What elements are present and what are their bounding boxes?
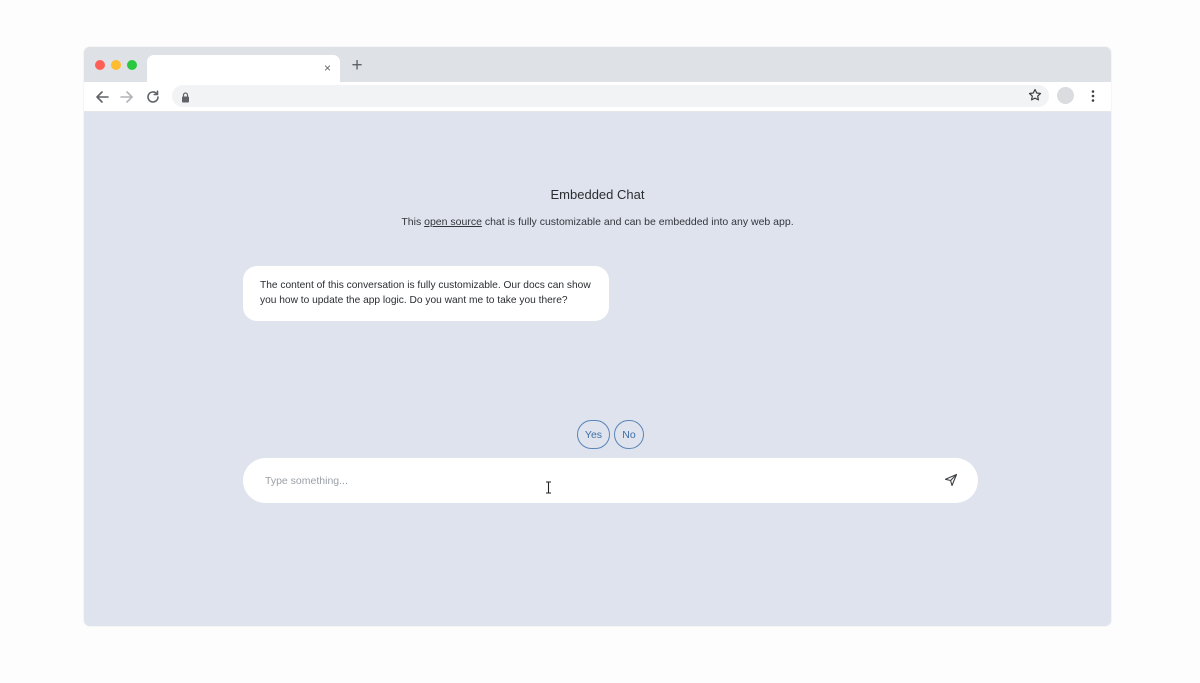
page-subtitle: This open source chat is fully customiza… [84, 216, 1111, 228]
browser-window: × + Embedded Chat This open source chat [84, 47, 1111, 626]
back-arrow-icon[interactable] [93, 88, 111, 106]
tab-bar: × + [84, 47, 1111, 82]
more-menu-icon[interactable] [1088, 88, 1098, 109]
chat-input-bar [243, 458, 978, 503]
address-bar[interactable] [172, 85, 1049, 107]
reload-icon[interactable] [144, 88, 162, 106]
page-content: Embedded Chat This open source chat is f… [84, 112, 1111, 626]
page-title: Embedded Chat [550, 187, 645, 202]
close-window-button[interactable] [95, 60, 105, 70]
send-icon[interactable] [944, 473, 958, 492]
text-cursor-icon [545, 481, 552, 499]
profile-avatar[interactable] [1057, 87, 1074, 104]
lock-icon [181, 90, 190, 108]
new-tab-button[interactable]: + [348, 56, 366, 75]
minimize-window-button[interactable] [111, 60, 121, 70]
maximize-window-button[interactable] [127, 60, 137, 70]
subtitle-suffix: chat is fully customizable and can be em… [481, 216, 794, 228]
no-choice-button[interactable]: No [614, 420, 644, 449]
browser-tab[interactable]: × [147, 55, 340, 82]
tab-close-button[interactable]: × [324, 60, 331, 76]
yes-choice-button[interactable]: Yes [577, 420, 610, 449]
forward-arrow-icon[interactable] [118, 88, 136, 106]
browser-toolbar [84, 82, 1111, 112]
bot-message: The content of this conversation is full… [243, 266, 609, 321]
subtitle-prefix: This [401, 216, 425, 228]
chat-input[interactable] [263, 470, 917, 492]
open-source-link[interactable]: open source [424, 216, 482, 228]
bookmark-star-icon[interactable] [1028, 88, 1042, 107]
